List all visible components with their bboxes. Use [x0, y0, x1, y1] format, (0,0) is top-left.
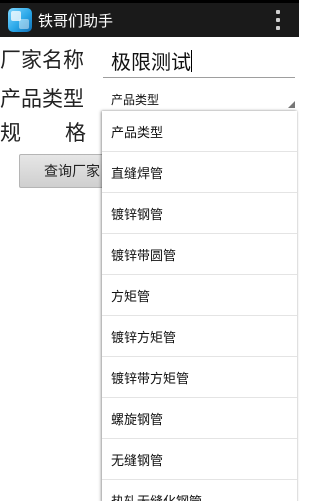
- product-type-label: 产品类型: [0, 87, 84, 111]
- overflow-menu-icon[interactable]: [275, 10, 281, 30]
- dropdown-item[interactable]: 螺旋钢管: [102, 398, 297, 439]
- dropdown-item[interactable]: 镀锌钢管: [102, 193, 297, 234]
- action-bar: 铁哥们助手: [0, 3, 299, 37]
- dropdown-item[interactable]: 热轧无缝化钢管: [102, 480, 297, 501]
- spec-label: 规格: [0, 117, 86, 147]
- vendor-name-label: 厂家名称: [0, 48, 84, 72]
- product-type-dropdown: 产品类型 直缝焊管 镀锌钢管 镀锌带圆管 方矩管 镀锌方矩管 镀锌带方矩管 螺旋…: [102, 111, 297, 501]
- dropdown-item[interactable]: 无缝钢管: [102, 439, 297, 480]
- spec-label-char-2: 格: [65, 121, 86, 145]
- dropdown-item[interactable]: 镀锌方矩管: [102, 316, 297, 357]
- app-cube-icon: [8, 8, 32, 32]
- vendor-name-input[interactable]: 极限测试: [103, 42, 295, 78]
- product-type-selected: 产品类型: [111, 93, 160, 107]
- spinner-arrow-icon: [288, 101, 295, 108]
- dropdown-item[interactable]: 镀锌带方矩管: [102, 357, 297, 398]
- dropdown-item[interactable]: 镀锌带圆管: [102, 234, 297, 275]
- app-title: 铁哥们助手: [38, 11, 114, 30]
- dropdown-item[interactable]: 方矩管: [102, 275, 297, 316]
- dropdown-item[interactable]: 直缝焊管: [102, 152, 297, 193]
- product-type-spinner[interactable]: 产品类型: [103, 84, 297, 112]
- spec-label-char-1: 规: [0, 121, 21, 145]
- dropdown-item[interactable]: 产品类型: [102, 111, 297, 152]
- text-cursor: [191, 50, 192, 72]
- vendor-name-value: 极限测试: [111, 50, 191, 74]
